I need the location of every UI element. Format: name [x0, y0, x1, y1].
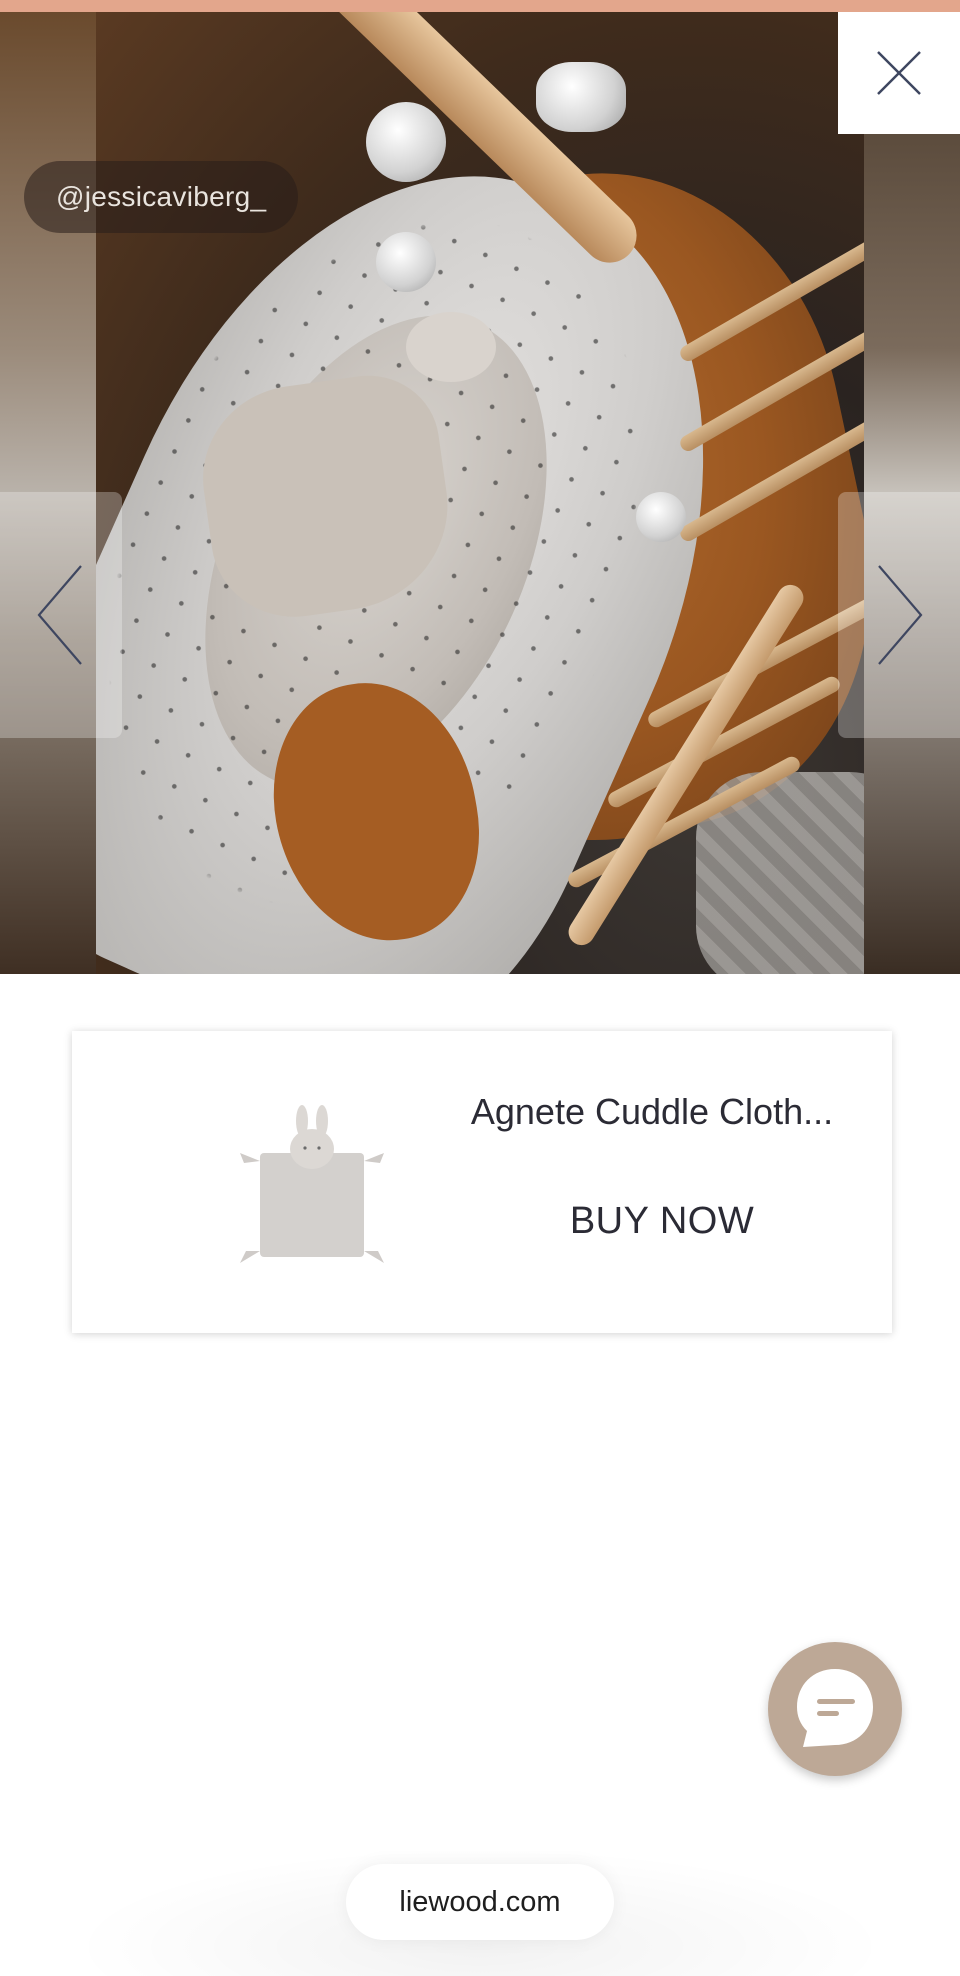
top-accent-strip [0, 0, 960, 12]
product-thumbnail[interactable] [222, 1101, 402, 1291]
user-handle: @jessicaviberg_ [56, 181, 267, 212]
previous-image-button[interactable] [0, 492, 122, 738]
product-card[interactable]: Agnete Cuddle Cloth... BUY NOW [72, 1031, 892, 1333]
site-link[interactable]: liewood.com [346, 1864, 614, 1940]
buy-now-button[interactable]: BUY NOW [512, 1191, 812, 1251]
user-handle-tag[interactable]: @jessicaviberg_ [24, 161, 299, 233]
chat-icon [797, 1669, 873, 1747]
close-button[interactable] [838, 12, 960, 134]
site-domain: liewood.com [399, 1885, 561, 1918]
product-name[interactable]: Agnete Cuddle Cloth... [442, 1091, 862, 1133]
photo-gallery [0, 12, 960, 974]
chevron-left-icon [37, 565, 82, 665]
next-image-button[interactable] [838, 492, 960, 738]
chevron-right-icon [878, 565, 923, 665]
chat-button[interactable] [768, 1642, 902, 1776]
close-icon [877, 51, 921, 95]
gallery-photo [96, 12, 864, 974]
